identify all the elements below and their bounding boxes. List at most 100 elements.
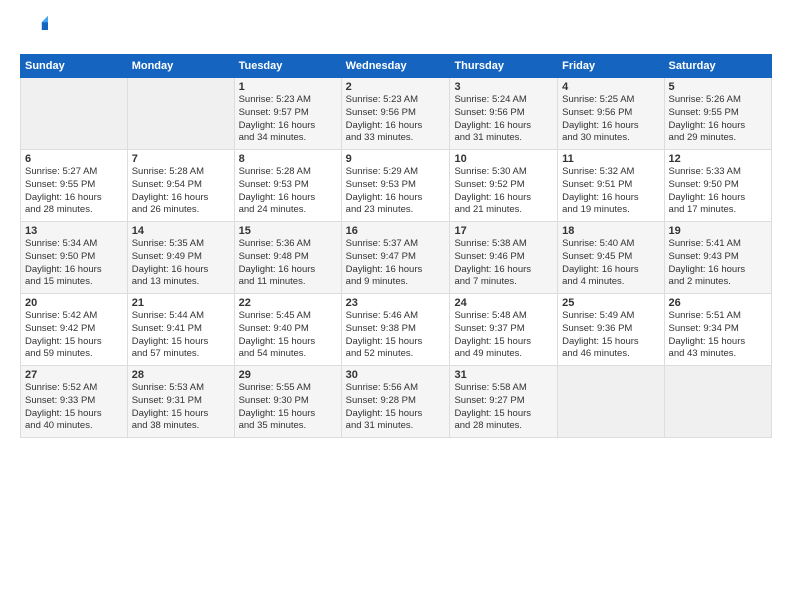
- day-info: Sunrise: 5:49 AM Sunset: 9:36 PM Dayligh…: [562, 310, 659, 361]
- day-info: Sunrise: 5:35 AM Sunset: 9:49 PM Dayligh…: [132, 238, 230, 289]
- calendar-day-cell: 29Sunrise: 5:55 AM Sunset: 9:30 PM Dayli…: [234, 366, 341, 438]
- calendar-day-cell: 22Sunrise: 5:45 AM Sunset: 9:40 PM Dayli…: [234, 294, 341, 366]
- calendar-day-cell: 6Sunrise: 5:27 AM Sunset: 9:55 PM Daylig…: [21, 150, 128, 222]
- calendar-day-cell: 12Sunrise: 5:33 AM Sunset: 9:50 PM Dayli…: [664, 150, 771, 222]
- calendar-day-cell: 21Sunrise: 5:44 AM Sunset: 9:41 PM Dayli…: [127, 294, 234, 366]
- calendar-table: SundayMondayTuesdayWednesdayThursdayFrid…: [20, 54, 772, 438]
- logo-icon: [20, 16, 48, 44]
- day-number: 25: [562, 297, 659, 309]
- day-number: 24: [454, 297, 553, 309]
- calendar-day-cell: 31Sunrise: 5:58 AM Sunset: 9:27 PM Dayli…: [450, 366, 558, 438]
- day-number: 4: [562, 81, 659, 93]
- day-number: 15: [239, 225, 337, 237]
- day-info: Sunrise: 5:42 AM Sunset: 9:42 PM Dayligh…: [25, 310, 123, 361]
- day-info: Sunrise: 5:34 AM Sunset: 9:50 PM Dayligh…: [25, 238, 123, 289]
- calendar-day-cell: [664, 366, 771, 438]
- day-number: 9: [346, 153, 446, 165]
- calendar-header-day: Tuesday: [234, 55, 341, 78]
- day-info: Sunrise: 5:32 AM Sunset: 9:51 PM Dayligh…: [562, 166, 659, 217]
- day-number: 16: [346, 225, 446, 237]
- calendar-day-cell: [558, 366, 664, 438]
- day-number: 5: [669, 81, 767, 93]
- day-info: Sunrise: 5:33 AM Sunset: 9:50 PM Dayligh…: [669, 166, 767, 217]
- calendar-day-cell: [127, 78, 234, 150]
- day-number: 8: [239, 153, 337, 165]
- calendar-week-row: 13Sunrise: 5:34 AM Sunset: 9:50 PM Dayli…: [21, 222, 772, 294]
- day-number: 29: [239, 369, 337, 381]
- calendar-day-cell: 3Sunrise: 5:24 AM Sunset: 9:56 PM Daylig…: [450, 78, 558, 150]
- day-info: Sunrise: 5:28 AM Sunset: 9:54 PM Dayligh…: [132, 166, 230, 217]
- day-number: 12: [669, 153, 767, 165]
- calendar-week-row: 27Sunrise: 5:52 AM Sunset: 9:33 PM Dayli…: [21, 366, 772, 438]
- day-number: 10: [454, 153, 553, 165]
- logo: [20, 16, 52, 44]
- calendar-day-cell: 30Sunrise: 5:56 AM Sunset: 9:28 PM Dayli…: [341, 366, 450, 438]
- day-info: Sunrise: 5:28 AM Sunset: 9:53 PM Dayligh…: [239, 166, 337, 217]
- calendar-week-row: 1Sunrise: 5:23 AM Sunset: 9:57 PM Daylig…: [21, 78, 772, 150]
- calendar-header-day: Sunday: [21, 55, 128, 78]
- day-info: Sunrise: 5:36 AM Sunset: 9:48 PM Dayligh…: [239, 238, 337, 289]
- calendar-day-cell: 9Sunrise: 5:29 AM Sunset: 9:53 PM Daylig…: [341, 150, 450, 222]
- day-info: Sunrise: 5:48 AM Sunset: 9:37 PM Dayligh…: [454, 310, 553, 361]
- day-info: Sunrise: 5:37 AM Sunset: 9:47 PM Dayligh…: [346, 238, 446, 289]
- day-info: Sunrise: 5:56 AM Sunset: 9:28 PM Dayligh…: [346, 382, 446, 433]
- calendar-day-cell: 17Sunrise: 5:38 AM Sunset: 9:46 PM Dayli…: [450, 222, 558, 294]
- day-number: 20: [25, 297, 123, 309]
- day-number: 23: [346, 297, 446, 309]
- day-info: Sunrise: 5:52 AM Sunset: 9:33 PM Dayligh…: [25, 382, 123, 433]
- day-number: 7: [132, 153, 230, 165]
- calendar-day-cell: 28Sunrise: 5:53 AM Sunset: 9:31 PM Dayli…: [127, 366, 234, 438]
- day-number: 22: [239, 297, 337, 309]
- calendar-header-day: Saturday: [664, 55, 771, 78]
- day-info: Sunrise: 5:23 AM Sunset: 9:56 PM Dayligh…: [346, 94, 446, 145]
- calendar-day-cell: 13Sunrise: 5:34 AM Sunset: 9:50 PM Dayli…: [21, 222, 128, 294]
- day-info: Sunrise: 5:53 AM Sunset: 9:31 PM Dayligh…: [132, 382, 230, 433]
- calendar-day-cell: 10Sunrise: 5:30 AM Sunset: 9:52 PM Dayli…: [450, 150, 558, 222]
- day-number: 14: [132, 225, 230, 237]
- day-number: 28: [132, 369, 230, 381]
- day-info: Sunrise: 5:24 AM Sunset: 9:56 PM Dayligh…: [454, 94, 553, 145]
- calendar-week-row: 20Sunrise: 5:42 AM Sunset: 9:42 PM Dayli…: [21, 294, 772, 366]
- day-info: Sunrise: 5:27 AM Sunset: 9:55 PM Dayligh…: [25, 166, 123, 217]
- calendar-day-cell: [21, 78, 128, 150]
- day-number: 17: [454, 225, 553, 237]
- calendar-header-day: Friday: [558, 55, 664, 78]
- day-info: Sunrise: 5:41 AM Sunset: 9:43 PM Dayligh…: [669, 238, 767, 289]
- day-number: 2: [346, 81, 446, 93]
- calendar-day-cell: 20Sunrise: 5:42 AM Sunset: 9:42 PM Dayli…: [21, 294, 128, 366]
- calendar-header-day: Monday: [127, 55, 234, 78]
- day-info: Sunrise: 5:25 AM Sunset: 9:56 PM Dayligh…: [562, 94, 659, 145]
- day-number: 19: [669, 225, 767, 237]
- calendar-day-cell: 15Sunrise: 5:36 AM Sunset: 9:48 PM Dayli…: [234, 222, 341, 294]
- header: [20, 16, 772, 44]
- day-info: Sunrise: 5:30 AM Sunset: 9:52 PM Dayligh…: [454, 166, 553, 217]
- day-info: Sunrise: 5:46 AM Sunset: 9:38 PM Dayligh…: [346, 310, 446, 361]
- day-info: Sunrise: 5:26 AM Sunset: 9:55 PM Dayligh…: [669, 94, 767, 145]
- calendar-day-cell: 27Sunrise: 5:52 AM Sunset: 9:33 PM Dayli…: [21, 366, 128, 438]
- calendar-header-day: Thursday: [450, 55, 558, 78]
- calendar-day-cell: 23Sunrise: 5:46 AM Sunset: 9:38 PM Dayli…: [341, 294, 450, 366]
- calendar-day-cell: 2Sunrise: 5:23 AM Sunset: 9:56 PM Daylig…: [341, 78, 450, 150]
- day-number: 27: [25, 369, 123, 381]
- calendar-day-cell: 26Sunrise: 5:51 AM Sunset: 9:34 PM Dayli…: [664, 294, 771, 366]
- day-info: Sunrise: 5:55 AM Sunset: 9:30 PM Dayligh…: [239, 382, 337, 433]
- calendar-day-cell: 14Sunrise: 5:35 AM Sunset: 9:49 PM Dayli…: [127, 222, 234, 294]
- day-number: 30: [346, 369, 446, 381]
- calendar-day-cell: 16Sunrise: 5:37 AM Sunset: 9:47 PM Dayli…: [341, 222, 450, 294]
- main-container: SundayMondayTuesdayWednesdayThursdayFrid…: [0, 0, 792, 612]
- day-info: Sunrise: 5:29 AM Sunset: 9:53 PM Dayligh…: [346, 166, 446, 217]
- calendar-day-cell: 7Sunrise: 5:28 AM Sunset: 9:54 PM Daylig…: [127, 150, 234, 222]
- day-number: 3: [454, 81, 553, 93]
- day-info: Sunrise: 5:44 AM Sunset: 9:41 PM Dayligh…: [132, 310, 230, 361]
- calendar-day-cell: 25Sunrise: 5:49 AM Sunset: 9:36 PM Dayli…: [558, 294, 664, 366]
- day-info: Sunrise: 5:23 AM Sunset: 9:57 PM Dayligh…: [239, 94, 337, 145]
- day-number: 6: [25, 153, 123, 165]
- calendar-day-cell: 1Sunrise: 5:23 AM Sunset: 9:57 PM Daylig…: [234, 78, 341, 150]
- calendar-header-day: Wednesday: [341, 55, 450, 78]
- calendar-day-cell: 18Sunrise: 5:40 AM Sunset: 9:45 PM Dayli…: [558, 222, 664, 294]
- day-number: 11: [562, 153, 659, 165]
- day-number: 13: [25, 225, 123, 237]
- calendar-day-cell: 19Sunrise: 5:41 AM Sunset: 9:43 PM Dayli…: [664, 222, 771, 294]
- day-number: 18: [562, 225, 659, 237]
- day-info: Sunrise: 5:38 AM Sunset: 9:46 PM Dayligh…: [454, 238, 553, 289]
